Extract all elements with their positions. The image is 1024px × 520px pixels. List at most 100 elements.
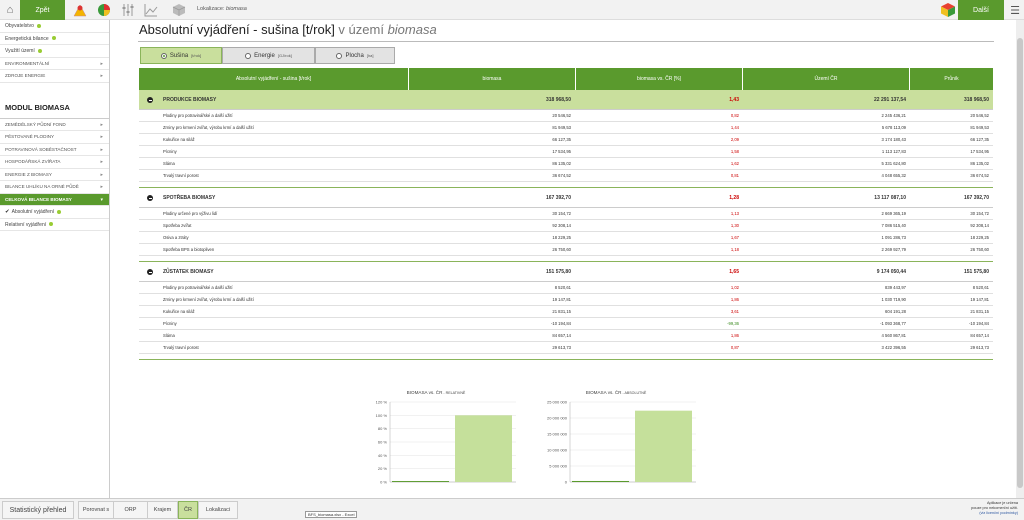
collapse-icon[interactable] <box>147 195 153 201</box>
y-tick-label: 5 000 000 <box>549 464 568 469</box>
sidebar: Obyvatelstvo Energetická bilance Využití… <box>0 20 110 498</box>
row-label: Kukuřice na siláž <box>163 309 195 314</box>
chevron-right-icon: ▸ <box>100 121 103 128</box>
chart-bar-biomasa[interactable] <box>572 480 629 482</box>
table-cell: 29 613,73 <box>552 345 571 350</box>
table-cell: 17 534,95 <box>552 149 571 154</box>
column-header[interactable]: Průnik <box>910 68 993 90</box>
chevron-right-icon: ▸ <box>100 159 103 165</box>
table-cell: 1,43 <box>729 96 739 103</box>
license-link[interactable]: (viz licenční podmínky) <box>971 511 1018 516</box>
tab-susina[interactable]: Sušina [t/rok] <box>140 47 222 64</box>
table-header: Absolutní vyjádření - sušina [t/rok] bio… <box>139 68 993 90</box>
sidebar-item-vyuziti-uzemi[interactable]: Využití území <box>0 45 109 58</box>
chevron-right-icon: ▸ <box>100 171 103 178</box>
status-dot-icon <box>49 222 54 227</box>
sidebar-section-plodiny[interactable]: PĚSTOVANÉ PLODINY ▸ <box>0 131 109 144</box>
sidebar-section-bilance-uhliku[interactable]: BILANCE UHLÍKU NA ORNÉ PŮDĚ ▸ <box>0 181 109 194</box>
group-header-row[interactable]: ZŮSTATEK BIOMASY 151 575,80 1,65 9 174 050,… <box>139 262 993 282</box>
table-cell: 3,61 <box>730 309 739 314</box>
column-header[interactable]: biomasa vs. ČR [%] <box>576 68 743 90</box>
sidebar-section-zvirata[interactable]: HOSPODÁŘSKÁ ZVÍŘATA ▸ <box>0 156 109 169</box>
table-cell: 1,65 <box>729 268 739 275</box>
chart-bar-ČR[interactable] <box>455 415 512 482</box>
sidebar-section-zdroje-energie[interactable]: ZDROJE ENERGIE ▸ <box>0 70 109 83</box>
sidebar-item-relativni[interactable]: Relativní vyjádření <box>0 219 109 231</box>
pie-chart-icon[interactable] <box>96 2 112 18</box>
excel-export-tooltip[interactable]: BFS_biomasa.xlsx - Excel <box>305 511 358 518</box>
table-cell: 19 147,81 <box>970 297 989 302</box>
sidebar-section-energie-biomasa[interactable]: ENERGIE Z BIOMASY ▸ <box>0 169 109 181</box>
tab-plocha[interactable]: Plocha [ha] <box>315 47 395 64</box>
y-tick-label: 120 % <box>376 400 388 405</box>
table-row: Plodiny určené pro výživu lidí 30 154,72 1… <box>139 208 993 220</box>
chart-subtitle: - ABSOLUTNĚ <box>621 390 646 395</box>
collapse-icon[interactable] <box>147 97 153 103</box>
group-header-row[interactable]: PRODUKCE BIOMASY 318 968,50 1,43 22 291 137… <box>139 90 993 110</box>
cube-icon[interactable] <box>940 2 956 18</box>
table-row: Plodiny pro potravinářské a další užití 2… <box>139 110 993 122</box>
table-cell: 4 048 655,32 <box>881 173 906 178</box>
table-cell: 86 135,02 <box>552 161 571 166</box>
table-cell: 20 546,52 <box>552 113 571 118</box>
compare-cr-button[interactable]: ČR <box>178 501 198 519</box>
tab-energie[interactable]: Energie [GJ/rok] <box>222 47 315 64</box>
table-row: Kukuřice na siláž 21 831,15 3,61 604 191,28… <box>139 306 993 318</box>
chevron-right-icon: ▸ <box>100 146 103 153</box>
compare-lokalizace-button[interactable]: Lokalizaci <box>198 501 238 519</box>
table-cell: -99,36 <box>727 321 739 326</box>
home-icon[interactable]: ⌂ <box>0 0 20 20</box>
back-button[interactable]: Zpět <box>20 0 65 20</box>
row-label: Zrniny pro krmení zvířat, výrobu krmí a … <box>163 297 254 302</box>
bottom-bar: Statistický přehled Porovnat s ORP Kraje… <box>0 498 1024 520</box>
sidebar-item-obyvatelstvo[interactable]: Obyvatelstvo <box>0 20 109 33</box>
table-cell: 318 968,50 <box>545 96 571 103</box>
sidebar-section-environmentalni[interactable]: ENVIRONMENTÁLNÍ ▸ <box>0 58 109 70</box>
next-button[interactable]: Další <box>958 0 1004 20</box>
table-cell: 2 269 927,79 <box>881 247 906 252</box>
sliders-icon[interactable] <box>120 2 136 18</box>
sidebar-section-zpf[interactable]: ZEMĚDĚLSKÝ PŮDNÍ FOND ▸ <box>0 119 109 131</box>
chart-relative: BIOMASA vs. ČR - RELATIVNĚ 0 % 20 % 40 % 60 … <box>376 389 516 485</box>
sidebar-section-celkova-bilance[interactable]: CELKOVÁ BILANCE BIOMASY ▾ <box>0 193 109 206</box>
menu-icon[interactable]: ☰ <box>1006 0 1024 20</box>
sidebar-item-energeticka-bilance[interactable]: Energetická bilance <box>0 33 109 45</box>
table-cell: 1 030 719,90 <box>881 297 906 302</box>
collapse-icon[interactable] <box>147 269 153 275</box>
table-row: Osiva a ztráty 18 229,25 1,67 1 091 286,73 1… <box>139 232 993 244</box>
statistical-overview-button[interactable]: Statistický přehled <box>2 501 74 519</box>
map-pin-icon[interactable] <box>72 2 88 18</box>
table-cell: 8 520,61 <box>972 285 989 290</box>
status-dot-icon <box>51 36 56 41</box>
y-tick-label: 80 % <box>378 426 388 431</box>
scrollbar[interactable] <box>1016 20 1024 498</box>
table-cell: -10 194,84 <box>968 321 989 326</box>
table-cell: 18 229,25 <box>970 235 989 240</box>
table-cell: 151 575,80 <box>963 268 989 275</box>
compare-orp-button[interactable]: ORP <box>114 501 148 519</box>
chart-subtitle: - RELATIVNĚ <box>442 390 466 395</box>
chart-bar-ČR[interactable] <box>635 410 692 482</box>
check-icon: ✔ <box>5 209 10 215</box>
row-label: Zrniny pro krmení zvířat, výrobu krmí a … <box>163 125 254 130</box>
chart-bar-biomasa[interactable] <box>392 481 449 482</box>
line-chart-icon[interactable] <box>143 2 159 18</box>
sidebar-item-absolutni[interactable]: ✔ Absolutní vyjádření <box>0 206 109 219</box>
table-cell: 1,86 <box>730 333 739 338</box>
sidebar-section-sobestacnost[interactable]: POTRAVINOVÁ SOBĚSTAČNOST ▸ <box>0 144 109 156</box>
group-header-row[interactable]: SPOTŘEBA BIOMASY 167 392,70 1,28 13 117 087… <box>139 188 993 208</box>
table-cell: 1,44 <box>730 125 739 130</box>
top-bar: ⌂ Zpět Lokalizace: biomasa Další ☰ <box>0 0 1024 20</box>
table-cell: 0,87 <box>730 345 739 350</box>
table-row: Pícniny 17 534,95 1,58 1 113 127,83 17 534,9… <box>139 146 993 158</box>
box-icon[interactable] <box>171 2 187 18</box>
scrollbar-thumb[interactable] <box>1017 38 1023 488</box>
table-cell: 2 669 365,19 <box>881 211 906 216</box>
column-header[interactable]: Území ČR <box>743 68 910 90</box>
table-cell: 7 086 515,40 <box>881 223 906 228</box>
compare-kraj-button[interactable]: Krajem <box>148 501 178 519</box>
column-header[interactable]: biomasa <box>409 68 576 90</box>
table-cell: 4 560 867,81 <box>881 333 906 338</box>
status-dot-icon <box>37 48 42 53</box>
column-header[interactable]: Absolutní vyjádření - sušina [t/rok] <box>139 68 409 90</box>
